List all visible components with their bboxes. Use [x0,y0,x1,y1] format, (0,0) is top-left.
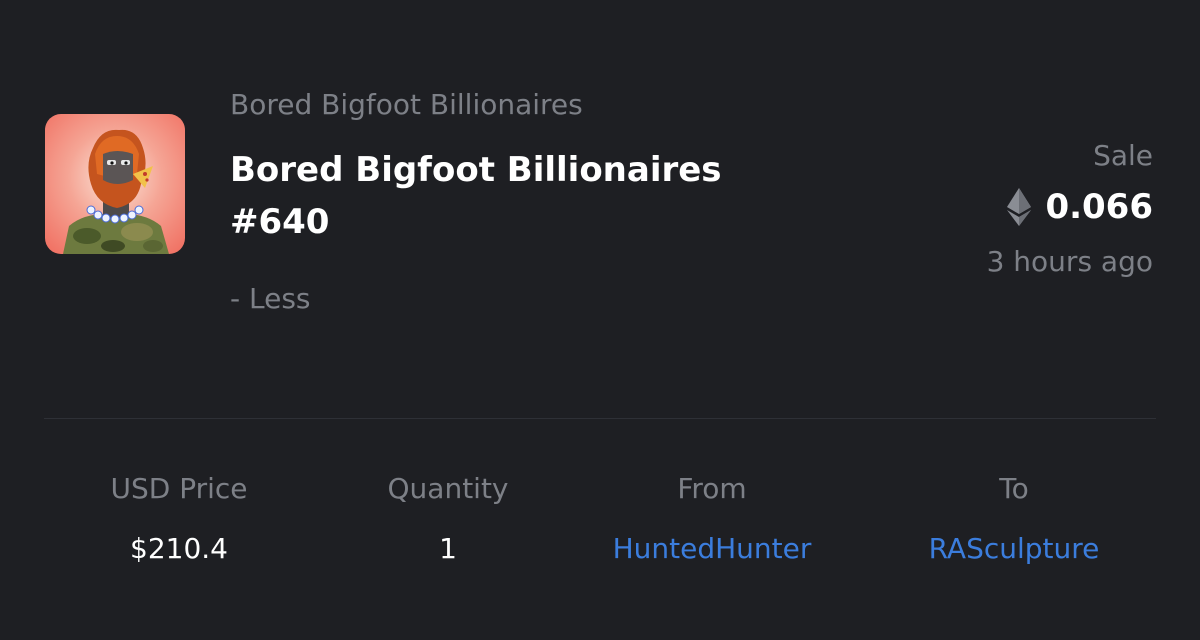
item-title[interactable]: Bored Bigfoot Billionaires #640 [230,144,790,248]
to-label: To [999,472,1029,505]
bigfoot-avatar-image [63,129,169,254]
show-less-toggle[interactable]: - Less [230,282,311,315]
to-stat: To RASculpture [864,466,1164,572]
from-stat: From HuntedHunter [562,466,862,572]
collection-name[interactable]: Bored Bigfoot Billionaires [230,88,583,121]
to-user-link[interactable]: RASculpture [864,526,1164,572]
from-user-link[interactable]: HuntedHunter [562,526,862,572]
quantity-stat: Quantity 1 [298,466,598,572]
usd-price-label: USD Price [110,472,248,505]
sale-timestamp[interactable]: 3 hours ago [987,242,1153,282]
section-divider [44,418,1156,419]
nft-thumbnail[interactable] [45,114,185,254]
event-type-label: Sale [1093,139,1153,172]
quantity-label: Quantity [387,472,509,505]
from-label: From [677,472,747,505]
price-value: 0.066 [1045,187,1153,227]
usd-price-value: $210.4 [130,532,228,565]
sale-activity-card: Bored Bigfoot Billionaires Bored Bigfoot… [0,0,1200,640]
quantity-value: 1 [439,532,457,565]
ethereum-icon [1007,188,1032,226]
sale-summary: Sale 0.066 3 hours ago [987,136,1153,282]
sale-price: 0.066 [987,184,1153,230]
usd-price-stat: USD Price $210.4 [29,466,329,572]
